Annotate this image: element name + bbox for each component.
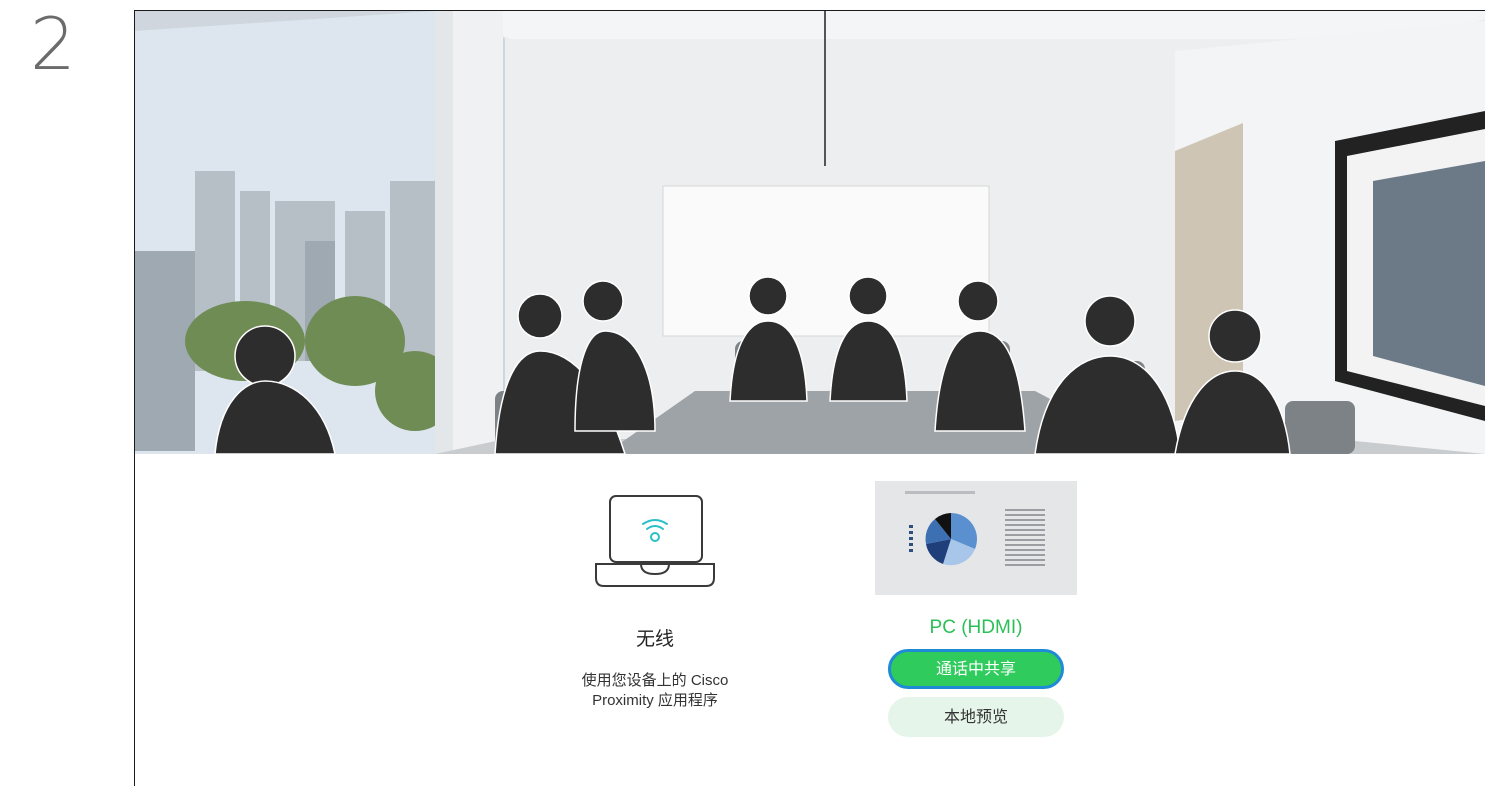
wireless-title: 无线 <box>635 629 674 650</box>
pc-presentation-thumbnail <box>875 481 1077 595</box>
source-selection-panel: 无线 使用您设备上的 Cisco Proximity 应用程序 PC (HDMI… <box>135 454 1485 786</box>
meeting-room-camera-view <box>135 11 1485 454</box>
pc-hdmi-source[interactable]: PC (HDMI) 通话中共享 本地预览 <box>865 481 1087 737</box>
wireless-description: 使用您设备上的 Cisco Proximity 应用程序 <box>555 671 755 711</box>
pc-hdmi-title: PC (HDMI) <box>929 617 1023 638</box>
wireless-description-line-2: Proximity 应用程序 <box>592 692 718 709</box>
wireless-source[interactable]: 无线 使用您设备上的 Cisco Proximity 应用程序 <box>555 494 755 711</box>
step-number: 2 <box>30 2 76 86</box>
laptop-wifi-icon <box>595 495 715 587</box>
wireless-description-line-1: 使用您设备上的 Cisco <box>581 672 729 689</box>
local-preview-button[interactable]: 本地预览 <box>888 697 1064 737</box>
share-in-call-button[interactable]: 通话中共享 <box>888 649 1064 689</box>
presentation-screen: 无线 使用您设备上的 Cisco Proximity 应用程序 PC (HDMI… <box>134 10 1485 786</box>
